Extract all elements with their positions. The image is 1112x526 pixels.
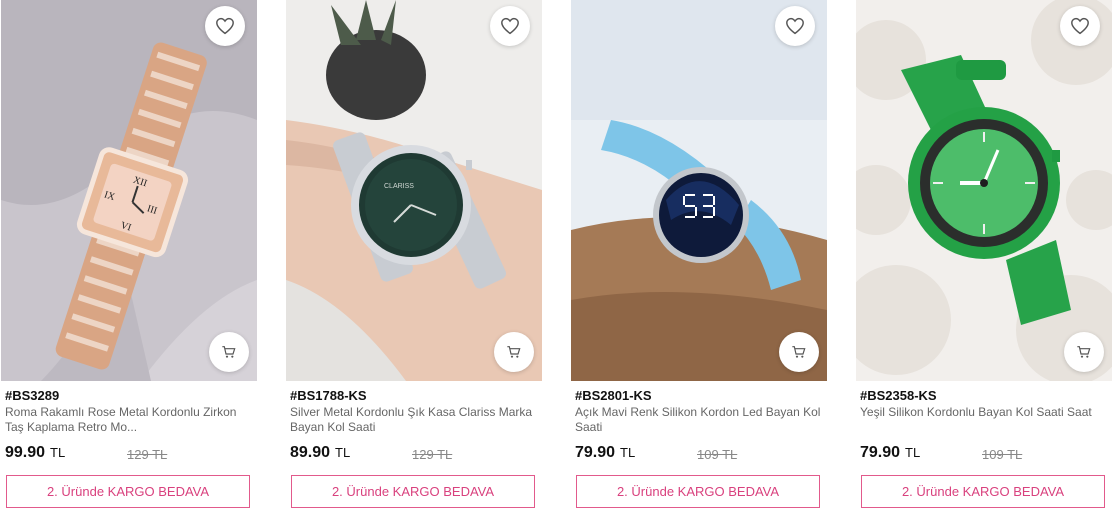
product-code[interactable]: #BS2358-KS <box>860 388 937 403</box>
old-price: 109 TL <box>697 447 738 462</box>
product-image[interactable]: XII III VI IX <box>1 0 257 381</box>
add-to-cart-button[interactable] <box>494 332 534 372</box>
free-shipping-button[interactable]: 2. Üründe KARGO BEDAVA <box>861 475 1105 508</box>
heart-icon <box>786 17 804 35</box>
add-to-cart-button[interactable] <box>779 332 819 372</box>
price-value: 99.90 <box>5 444 46 461</box>
price-value: 89.90 <box>290 444 331 461</box>
free-shipping-button[interactable]: 2. Üründe KARGO BEDAVA <box>576 475 820 508</box>
favorite-button[interactable] <box>205 6 245 46</box>
product-price: 99.90 TL <box>5 444 65 462</box>
heart-icon <box>501 17 519 35</box>
free-shipping-button[interactable]: 2. Üründe KARGO BEDAVA <box>6 475 250 508</box>
old-price: 109 TL <box>982 447 1023 462</box>
product-title[interactable]: Yeşil Silikon Kordonlu Bayan Kol Saati S… <box>860 405 1108 420</box>
favorite-button[interactable] <box>490 6 530 46</box>
product-image[interactable]: CLARISS <box>286 0 542 381</box>
cart-icon <box>1077 346 1091 358</box>
favorite-button[interactable] <box>775 6 815 46</box>
price-currency: TL <box>905 445 921 460</box>
heart-icon <box>216 17 234 35</box>
product-card[interactable]: #BS2801-KS Açık Mavi Renk Silikon Kordon… <box>571 0 827 526</box>
add-to-cart-button[interactable] <box>1064 332 1104 372</box>
svg-text:CLARISS: CLARISS <box>384 183 414 190</box>
product-price: 79.90 TL <box>860 444 920 462</box>
price-value: 79.90 <box>860 444 901 461</box>
product-grid: XII III VI IX #BS3289 Roma Rakamlı Rose Me… <box>0 0 1112 526</box>
free-shipping-button[interactable]: 2. Üründe KARGO BEDAVA <box>291 475 535 508</box>
product-card[interactable]: CLARISS #BS1788-KS Silver Metal Kordonlu… <box>286 0 542 526</box>
old-price: 129 TL <box>127 447 168 462</box>
product-image[interactable] <box>856 0 1112 381</box>
old-price: 129 TL <box>412 447 453 462</box>
product-code[interactable]: #BS3289 <box>5 388 59 403</box>
product-code[interactable]: #BS1788-KS <box>290 388 367 403</box>
product-code[interactable]: #BS2801-KS <box>575 388 652 403</box>
price-value: 79.90 <box>575 444 616 461</box>
price-currency: TL <box>50 445 66 460</box>
product-image[interactable] <box>571 0 827 381</box>
price-currency: TL <box>620 445 636 460</box>
product-title[interactable]: Açık Mavi Renk Silikon Kordon Led Bayan … <box>575 405 823 435</box>
cart-icon <box>507 346 521 358</box>
favorite-button[interactable] <box>1060 6 1100 46</box>
product-card[interactable]: #BS2358-KS Yeşil Silikon Kordonlu Bayan … <box>856 0 1112 526</box>
heart-icon <box>1071 17 1089 35</box>
price-currency: TL <box>335 445 351 460</box>
product-title[interactable]: Silver Metal Kordonlu Şık Kasa Clariss M… <box>290 405 538 435</box>
product-card[interactable]: XII III VI IX #BS3289 Roma Rakamlı Rose Me… <box>1 0 257 526</box>
cart-icon <box>222 346 236 358</box>
cart-icon <box>792 346 806 358</box>
product-price: 79.90 TL <box>575 444 635 462</box>
product-price: 89.90 TL <box>290 444 350 462</box>
add-to-cart-button[interactable] <box>209 332 249 372</box>
product-title[interactable]: Roma Rakamlı Rose Metal Kordonlu Zirkon … <box>5 405 253 435</box>
